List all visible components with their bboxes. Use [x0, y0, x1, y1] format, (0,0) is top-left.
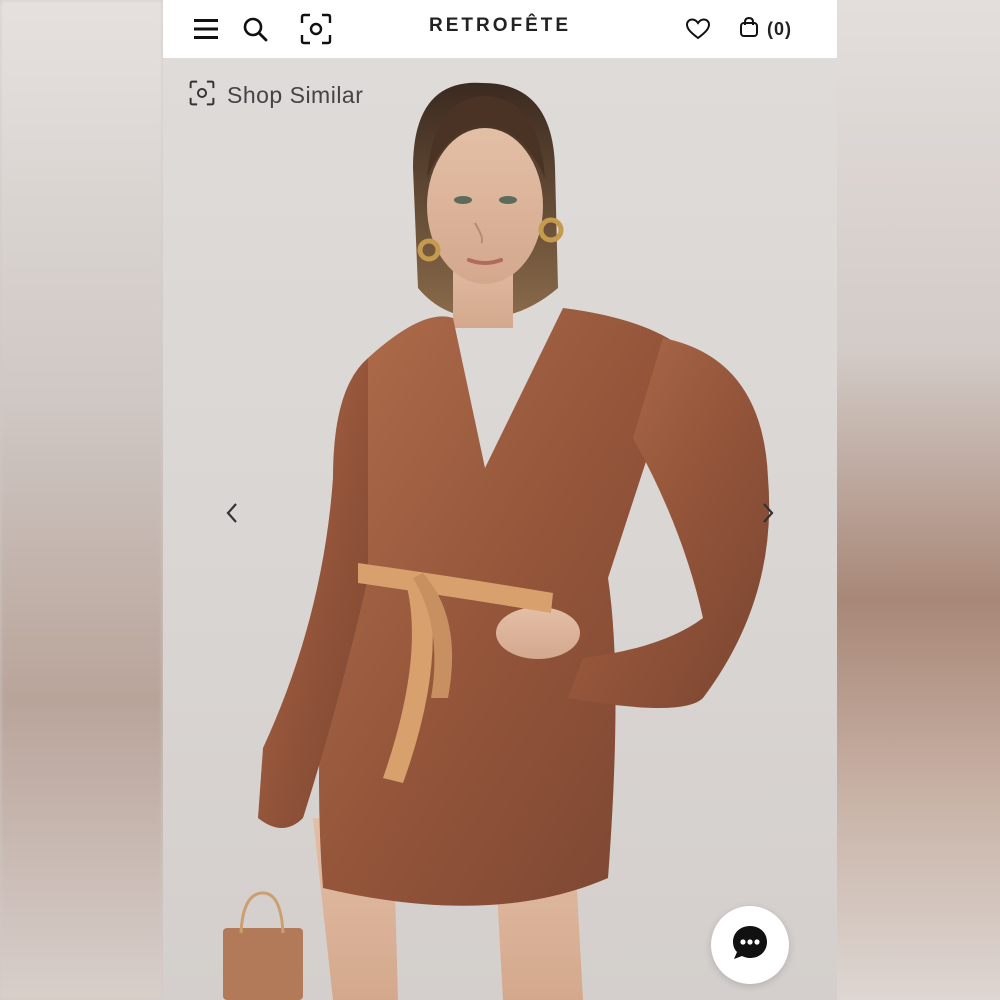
background-right-blur [837, 0, 1000, 1000]
camera-scan-icon [189, 80, 215, 111]
chat-button[interactable] [711, 906, 789, 984]
background-left-blur [0, 0, 163, 1000]
menu-icon[interactable] [191, 0, 223, 58]
search-icon[interactable] [239, 0, 271, 58]
bag-icon [739, 16, 759, 43]
top-nav-bar: RETROFÊTE (0) [163, 0, 837, 58]
phone-screen: RETROFÊTE (0) Shop Similar [163, 0, 837, 1000]
carousel-next-arrow[interactable] [753, 498, 783, 528]
shop-similar-label: Shop Similar [227, 82, 364, 108]
carousel-prev-arrow[interactable] [217, 498, 247, 528]
product-photo [223, 82, 770, 1000]
heart-icon[interactable] [683, 0, 713, 58]
cart-button[interactable]: (0) [739, 0, 811, 58]
shop-similar-button[interactable]: Shop Similar [189, 80, 363, 111]
cart-count: (0) [767, 18, 792, 39]
product-image-carousel[interactable]: Shop Similar [163, 58, 837, 1000]
chat-bubble-icon [730, 923, 770, 968]
camera-scan-icon[interactable] [299, 0, 333, 58]
